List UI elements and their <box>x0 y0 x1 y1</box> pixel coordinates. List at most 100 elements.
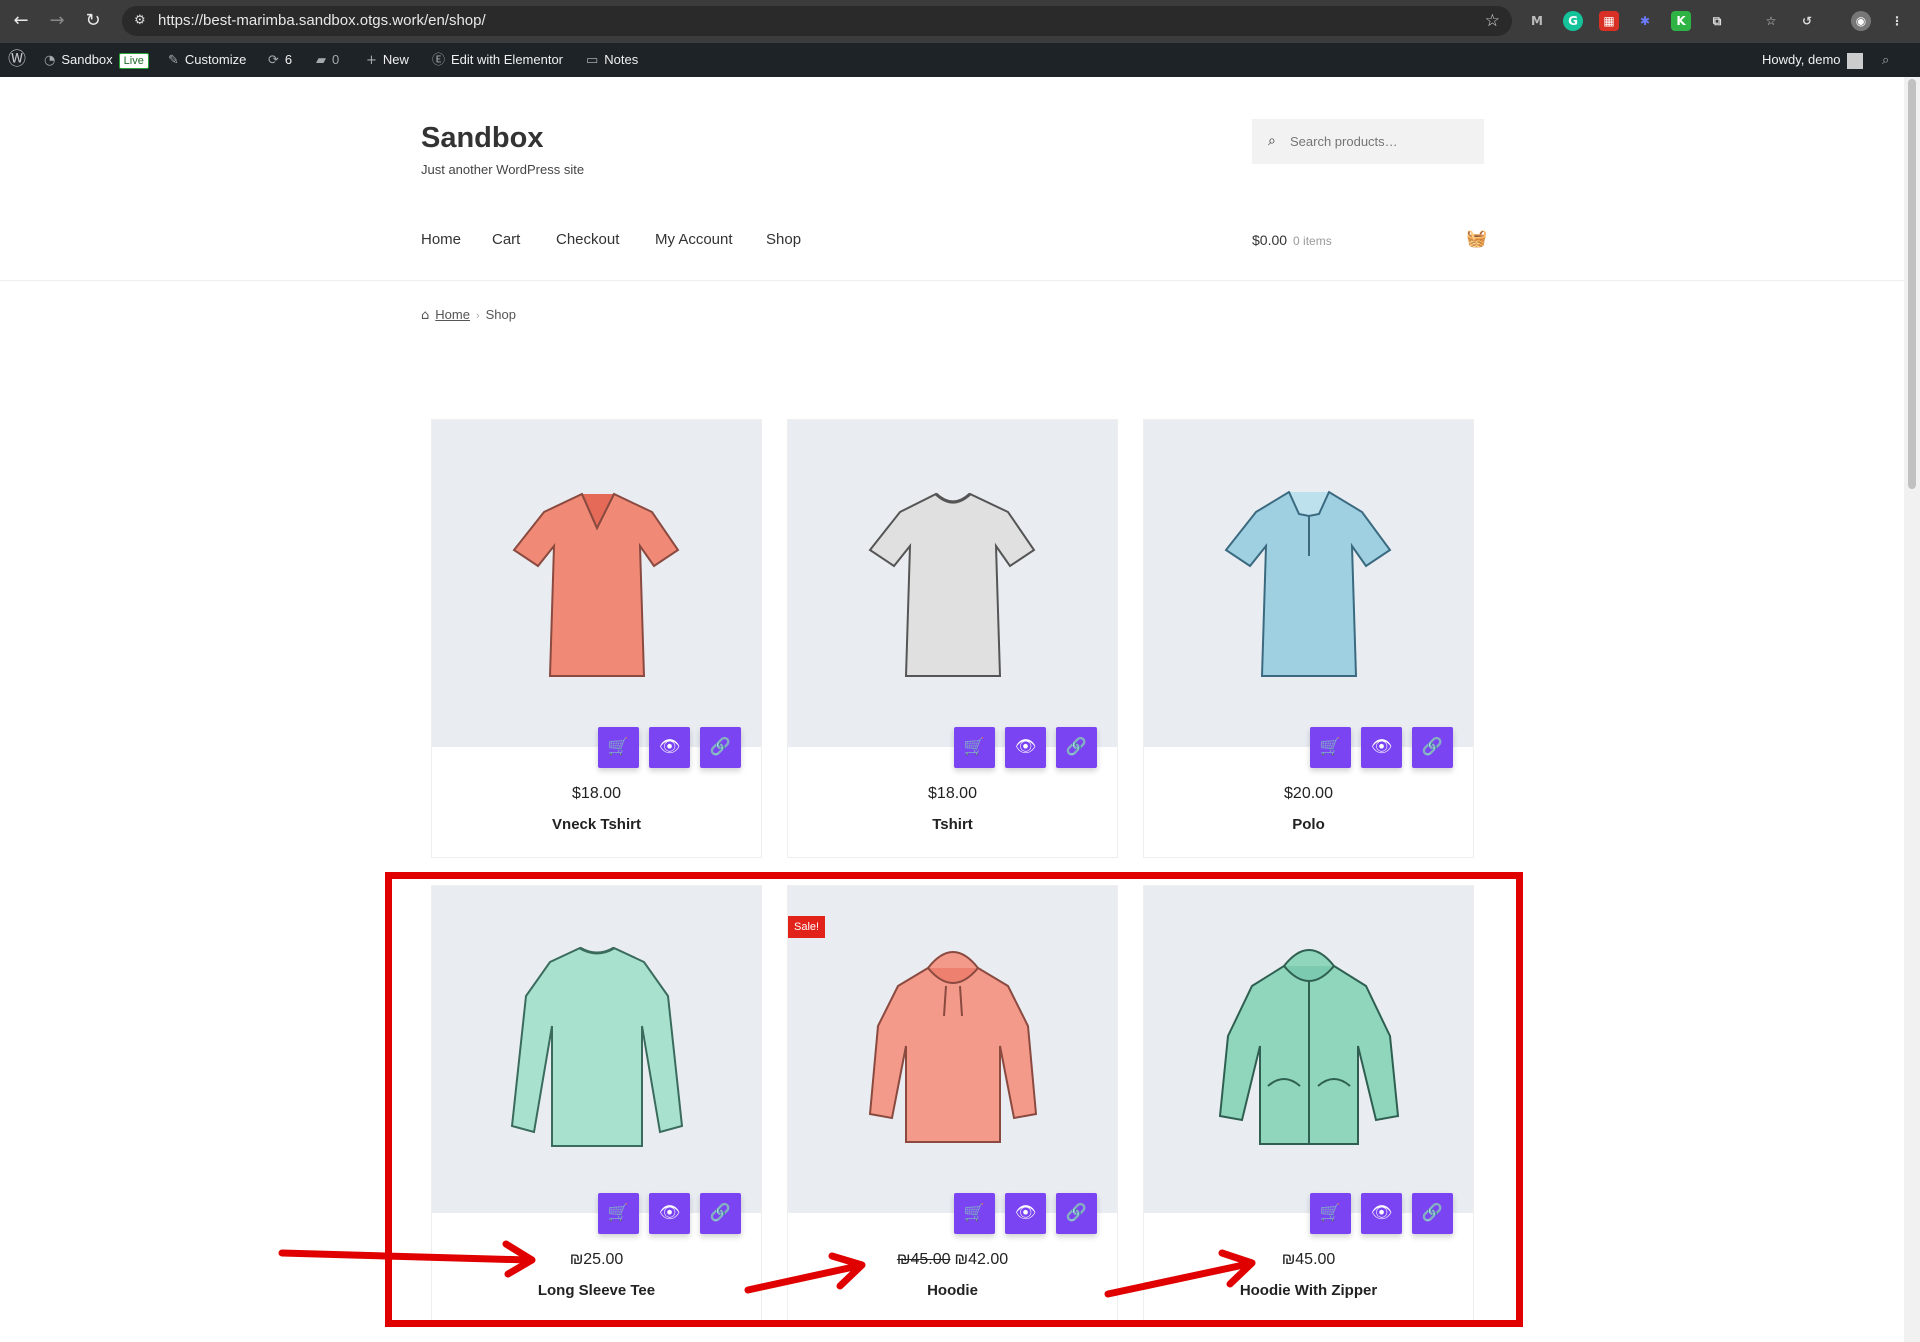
admin-bar-customize[interactable]: ✎ Customize <box>168 43 246 77</box>
product-name[interactable]: Polo <box>1144 816 1473 833</box>
extension-gear-icon[interactable]: ✱ <box>1635 11 1655 31</box>
product-link-icon[interactable]: 🔗 <box>1412 1193 1453 1234</box>
product-price: ₪45.00 ₪42.00 <box>788 1251 1117 1269</box>
bookmarks-icon[interactable]: ☆ <box>1761 11 1781 31</box>
price-current: ₪25.00 <box>569 1251 624 1268</box>
admin-bar-account[interactable]: Howdy, demo <box>1762 43 1863 77</box>
admin-site-name: Sandbox <box>61 52 113 67</box>
quick-view-eye-icon[interactable]: 👁 <box>1005 727 1046 768</box>
menu-item-home[interactable]: Home <box>421 231 461 248</box>
site-title[interactable]: Sandbox <box>421 122 543 155</box>
product-name[interactable]: Hoodie <box>788 1282 1117 1299</box>
updates-icon: ⟳ <box>268 53 279 68</box>
product-price: ₪25.00 <box>432 1251 761 1269</box>
product-link-icon[interactable]: 🔗 <box>1056 727 1097 768</box>
tshirt-illustration <box>868 492 1036 677</box>
address-bar[interactable]: ⚙ https://best-marimba.sandbox.otgs.work… <box>122 6 1512 36</box>
add-to-cart-icon[interactable]: 🛒 <box>598 1193 639 1234</box>
hoodie-with-zipper-illustration <box>1218 949 1400 1145</box>
page-scrollbar[interactable] <box>1904 77 1920 1342</box>
add-to-cart-icon[interactable]: 🛒 <box>954 727 995 768</box>
elementor-label: Edit with Elementor <box>451 52 564 67</box>
calendar-extension-icon[interactable]: ▦ <box>1599 11 1619 31</box>
quick-view-eye-icon[interactable]: 👁 <box>1361 727 1402 768</box>
dashboard-icon: ◔ <box>44 53 56 68</box>
product-search[interactable]: ⌕ <box>1252 119 1484 164</box>
cart-items-count: 0 items <box>1293 234 1332 248</box>
url-text[interactable]: https://best-marimba.sandbox.otgs.work/e… <box>158 12 486 30</box>
product-image[interactable] <box>1144 420 1473 747</box>
product-link-icon[interactable]: 🔗 <box>1056 1193 1097 1234</box>
menu-item-shop[interactable]: Shop <box>766 231 801 248</box>
basket-icon[interactable]: 🧺 <box>1466 229 1487 249</box>
forward-icon[interactable]: → <box>46 10 68 32</box>
quick-view-eye-icon[interactable]: 👁 <box>649 727 690 768</box>
extension-m-icon[interactable]: M <box>1527 11 1547 31</box>
menu-item-checkout[interactable]: Checkout <box>556 231 619 248</box>
menu-item-cart[interactable]: Cart <box>492 231 520 248</box>
add-to-cart-icon[interactable]: 🛒 <box>954 1193 995 1234</box>
updates-count: 6 <box>284 52 293 67</box>
search-input[interactable] <box>1290 131 1470 151</box>
product-link-icon[interactable]: 🔗 <box>700 727 741 768</box>
vneck-tshirt-illustration <box>512 492 680 677</box>
admin-bar-comments[interactable]: ▰ 0 <box>316 43 339 77</box>
notes-label: Notes <box>604 52 639 67</box>
reload-icon[interactable]: ↻ <box>82 10 104 32</box>
add-to-cart-icon[interactable]: 🛒 <box>1310 1193 1351 1234</box>
price-current: $20.00 <box>1284 785 1333 802</box>
extensions-puzzle-icon[interactable]: ⧉ <box>1707 11 1727 31</box>
quick-view-eye-icon[interactable]: 👁 <box>1005 1193 1046 1234</box>
comment-icon: ▰ <box>316 53 326 68</box>
chrome-menu-icon[interactable]: ⋮ <box>1887 11 1907 31</box>
menu-item-my-account[interactable]: My Account <box>655 231 733 248</box>
product-card[interactable]: 🛒 👁 🔗 $18.00 Vneck Tshirt <box>431 419 762 858</box>
search-icon: ⌕ <box>1268 133 1276 149</box>
site-info-icon[interactable]: ⚙ <box>134 12 152 30</box>
product-card[interactable]: 🛒 👁 🔗 ₪45.00 Hoodie With Zipper <box>1143 885 1474 1325</box>
wordpress-logo-icon[interactable]: Ⓦ <box>8 43 32 77</box>
product-link-icon[interactable]: 🔗 <box>1412 727 1453 768</box>
extension-k-icon[interactable]: K <box>1671 11 1691 31</box>
add-to-cart-icon[interactable]: 🛒 <box>598 727 639 768</box>
header-cart[interactable]: $0.00 0 items <box>1252 232 1332 248</box>
quick-view-eye-icon[interactable]: 👁 <box>649 1193 690 1234</box>
profile-avatar-icon[interactable]: ◉ <box>1851 11 1871 31</box>
admin-bar-updates[interactable]: ⟳ 6 <box>268 43 292 77</box>
notes-icon: ▭ <box>586 53 599 68</box>
product-image[interactable] <box>788 886 1117 1213</box>
add-to-cart-icon[interactable]: 🛒 <box>1310 727 1351 768</box>
product-card[interactable]: 🛒 👁 🔗 ₪25.00 Long Sleeve Tee <box>431 885 762 1325</box>
product-name[interactable]: Vneck Tshirt <box>432 816 761 833</box>
product-image[interactable] <box>788 420 1117 747</box>
price-current: $18.00 <box>928 785 977 802</box>
product-image[interactable] <box>432 886 761 1213</box>
scrollbar-thumb[interactable] <box>1908 79 1916 489</box>
back-icon[interactable]: ← <box>10 10 32 32</box>
admin-bar-search-icon[interactable]: ⌕ <box>1882 43 1895 77</box>
product-card[interactable]: 🛒 👁 🔗 $18.00 Tshirt <box>787 419 1118 858</box>
quick-view-eye-icon[interactable]: 👁 <box>1361 1193 1402 1234</box>
product-image[interactable] <box>432 420 761 747</box>
site-tagline: Just another WordPress site <box>421 162 585 177</box>
breadcrumb-home[interactable]: Home <box>435 307 470 322</box>
product-name[interactable]: Tshirt <box>788 816 1117 833</box>
comments-count: 0 <box>332 52 340 67</box>
product-link-icon[interactable]: 🔗 <box>700 1193 741 1234</box>
screenshot-root: ← → ↻ ⚙ https://best-marimba.sandbox.otg… <box>0 0 1920 1342</box>
history-icon[interactable]: ↺ <box>1797 11 1817 31</box>
admin-bar-site[interactable]: ◔ Sandbox Live <box>44 43 149 77</box>
product-card[interactable]: 🛒 👁 🔗 $20.00 Polo <box>1143 419 1474 858</box>
product-name[interactable]: Hoodie With Zipper <box>1144 1282 1473 1299</box>
product-image[interactable] <box>1144 886 1473 1213</box>
long-sleeve-tee-illustration <box>510 946 684 1147</box>
admin-bar-notes[interactable]: ▭ Notes <box>586 43 638 77</box>
admin-bar-new[interactable]: + New <box>366 43 409 77</box>
bookmark-star-icon[interactable]: ☆ <box>1485 11 1500 31</box>
product-card[interactable]: 🛒 👁 🔗 ₪45.00 ₪42.00 Hoodie <box>787 885 1118 1325</box>
grammarly-icon[interactable]: G <box>1563 11 1583 31</box>
breadcrumb-separator: › <box>475 310 480 322</box>
product-name[interactable]: Long Sleeve Tee <box>432 1282 761 1299</box>
admin-bar-elementor[interactable]: Ⓔ Edit with Elementor <box>432 43 563 77</box>
header-divider <box>0 280 1904 281</box>
